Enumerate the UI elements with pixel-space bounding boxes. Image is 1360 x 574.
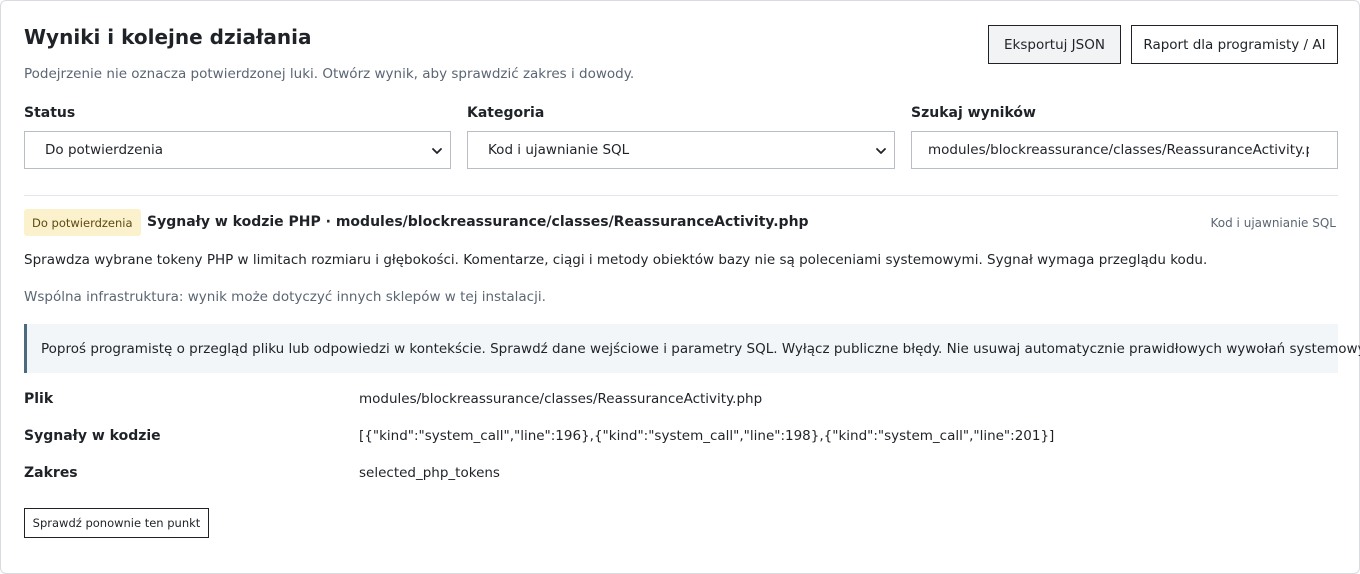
category-select-value: Kod i ujawnianie SQL xyxy=(488,142,630,158)
status-select[interactable]: Do potwierdzenia xyxy=(24,131,451,169)
finding-category: Kod i ujawnianie SQL xyxy=(1210,216,1336,230)
divider xyxy=(24,195,1338,196)
detail-label-file: Plik xyxy=(24,391,54,407)
status-filter-label: Status xyxy=(24,105,76,121)
detail-value-scope: selected_php_tokens xyxy=(359,465,500,481)
search-label: Szukaj wyników xyxy=(911,105,1036,121)
category-select[interactable]: Kod i ujawnianie SQL xyxy=(467,131,895,169)
search-input[interactable]: modules/blockreassurance/classes/Reassur… xyxy=(911,131,1338,169)
chevron-down-icon xyxy=(432,148,442,154)
developer-report-button[interactable]: Raport dla programisty / AI xyxy=(1131,25,1338,64)
advice-text: Poproś programistę o przegląd pliku lub … xyxy=(41,340,1360,357)
status-select-value: Do potwierdzenia xyxy=(45,142,164,158)
status-badge: Do potwierdzenia xyxy=(24,209,141,236)
chevron-down-icon xyxy=(876,148,886,154)
finding-description: Sprawdza wybrane tokeny PHP w limitach r… xyxy=(24,252,1208,268)
results-panel: Wyniki i kolejne działania Podejrzenie n… xyxy=(0,0,1360,574)
detail-label-signals: Sygnały w kodzie xyxy=(24,428,161,444)
export-json-button[interactable]: Eksportuj JSON xyxy=(988,25,1121,64)
detail-label-scope: Zakres xyxy=(24,465,78,481)
infrastructure-note: Wspólna infrastruktura: wynik może dotyc… xyxy=(24,289,546,305)
category-filter-label: Kategoria xyxy=(467,105,545,121)
detail-value-signals: [{"kind":"system_call","line":196},{"kin… xyxy=(359,428,1055,444)
search-input-value: modules/blockreassurance/classes/Reassur… xyxy=(928,142,1309,158)
detail-value-file: modules/blockreassurance/classes/Reassur… xyxy=(359,391,763,407)
recheck-button[interactable]: Sprawdź ponownie ten punkt xyxy=(24,508,209,538)
page-title: Wyniki i kolejne działania xyxy=(24,25,312,49)
finding-title[interactable]: Sygnały w kodzie PHP · modules/blockreas… xyxy=(147,214,809,230)
advice-callout: Poproś programistę o przegląd pliku lub … xyxy=(24,324,1360,373)
page-subtitle: Podejrzenie nie oznacza potwierdzonej lu… xyxy=(24,66,635,82)
